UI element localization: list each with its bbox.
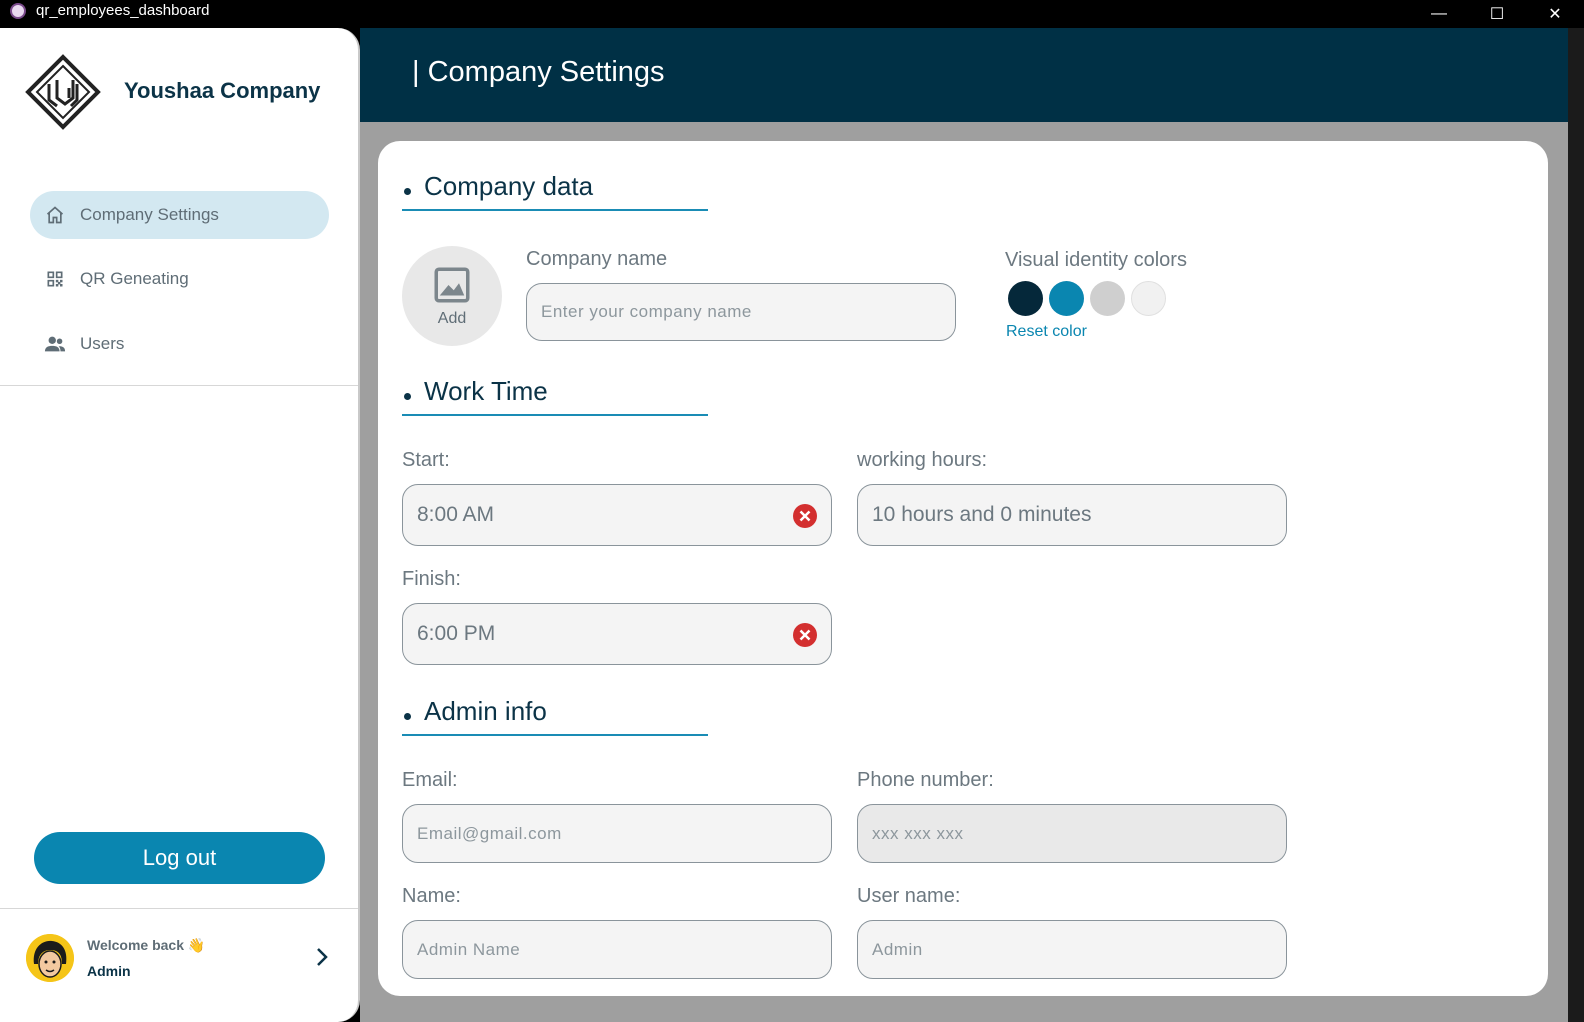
section-bullet xyxy=(404,188,411,195)
color-swatch-gray[interactable] xyxy=(1090,281,1125,316)
home-icon xyxy=(44,204,66,226)
section-title: Company data xyxy=(424,171,594,201)
sidebar: Youshaa Company Company Settings QR Gene… xyxy=(0,28,360,1022)
username-label: User name: xyxy=(857,885,961,907)
sidebar-item-users[interactable]: Users xyxy=(30,320,329,368)
phone-number-label: Phone number: xyxy=(857,769,994,791)
main-area: | Company Settings Company data Add Comp… xyxy=(360,28,1568,1022)
color-swatch-dark-navy[interactable] xyxy=(1008,281,1043,316)
visual-identity-colors-label: Visual identity colors xyxy=(1005,249,1187,271)
image-icon xyxy=(434,267,470,303)
sidebar-item-qr-generating[interactable]: QR Geneating xyxy=(30,255,329,303)
company-name: Youshaa Company xyxy=(124,78,321,103)
section-underline xyxy=(402,734,708,736)
sidebar-divider xyxy=(0,385,358,386)
section-underline xyxy=(402,209,708,211)
name-label: Name: xyxy=(402,885,461,907)
start-time-field[interactable]: 8:00 AM xyxy=(402,484,832,546)
qr-code-icon xyxy=(44,268,66,290)
page-header: | Company Settings xyxy=(360,28,1568,122)
app-icon xyxy=(10,3,26,19)
finish-time-field[interactable]: 6:00 PM xyxy=(402,603,832,665)
color-swatch-blue[interactable] xyxy=(1049,281,1084,316)
window-titlebar: qr_employees_dashboard — ☐ ✕ xyxy=(0,0,1584,28)
users-icon xyxy=(44,333,66,355)
window-edge xyxy=(1568,28,1584,1022)
section-bullet xyxy=(404,393,411,400)
finish-time-value: 6:00 PM xyxy=(417,622,496,645)
sidebar-item-company-settings[interactable]: Company Settings xyxy=(30,191,329,239)
logout-button[interactable]: Log out xyxy=(34,832,325,884)
company-name-input[interactable]: Enter your company name xyxy=(526,283,956,341)
chevron-right-icon[interactable] xyxy=(310,945,334,969)
working-hours-value: 10 hours and 0 minutes xyxy=(872,503,1092,526)
page-title: | Company Settings xyxy=(412,56,665,88)
maximize-button[interactable]: ☐ xyxy=(1468,0,1526,28)
window-title: qr_employees_dashboard xyxy=(36,2,210,19)
avatar[interactable] xyxy=(26,934,74,982)
reset-color-link[interactable]: Reset color xyxy=(1006,323,1087,341)
company-name-label: Company name xyxy=(526,248,668,270)
company-logo-icon xyxy=(25,54,101,130)
start-label: Start: xyxy=(402,449,450,471)
settings-card: Company data Add Company name Enter your… xyxy=(378,141,1548,996)
section-title: Admin info xyxy=(424,696,547,726)
phone-number-input[interactable]: xxx xxx xxx xyxy=(857,804,1287,863)
start-time-value: 8:00 AM xyxy=(417,503,495,526)
section-bullet xyxy=(404,713,411,720)
add-image-label: Add xyxy=(437,310,467,327)
finish-label: Finish: xyxy=(402,568,461,590)
color-swatches xyxy=(1008,281,1166,316)
sidebar-item-label: Company Settings xyxy=(80,205,219,224)
section-underline xyxy=(402,414,708,416)
admin-name-input[interactable]: Admin Name xyxy=(402,920,832,979)
username-input[interactable]: Admin xyxy=(857,920,1287,979)
add-logo-button[interactable]: Add xyxy=(402,246,502,346)
minimize-button[interactable]: — xyxy=(1410,0,1468,28)
close-button[interactable]: ✕ xyxy=(1526,0,1584,28)
working-hours-label: working hours: xyxy=(857,449,988,471)
welcome-text: Welcome back 👋 xyxy=(87,937,206,953)
sidebar-item-label: Users xyxy=(80,334,125,353)
sidebar-divider xyxy=(0,908,358,909)
clear-start-icon[interactable] xyxy=(793,504,817,528)
color-swatch-light[interactable] xyxy=(1131,281,1166,316)
working-hours-field: 10 hours and 0 minutes xyxy=(857,484,1287,546)
sidebar-item-label: QR Geneating xyxy=(80,269,189,288)
clear-finish-icon[interactable] xyxy=(793,623,817,647)
user-role: Admin xyxy=(87,963,131,979)
section-title: Work Time xyxy=(424,376,548,406)
email-label: Email: xyxy=(402,769,458,791)
email-input[interactable]: Email@gmail.com xyxy=(402,804,832,863)
